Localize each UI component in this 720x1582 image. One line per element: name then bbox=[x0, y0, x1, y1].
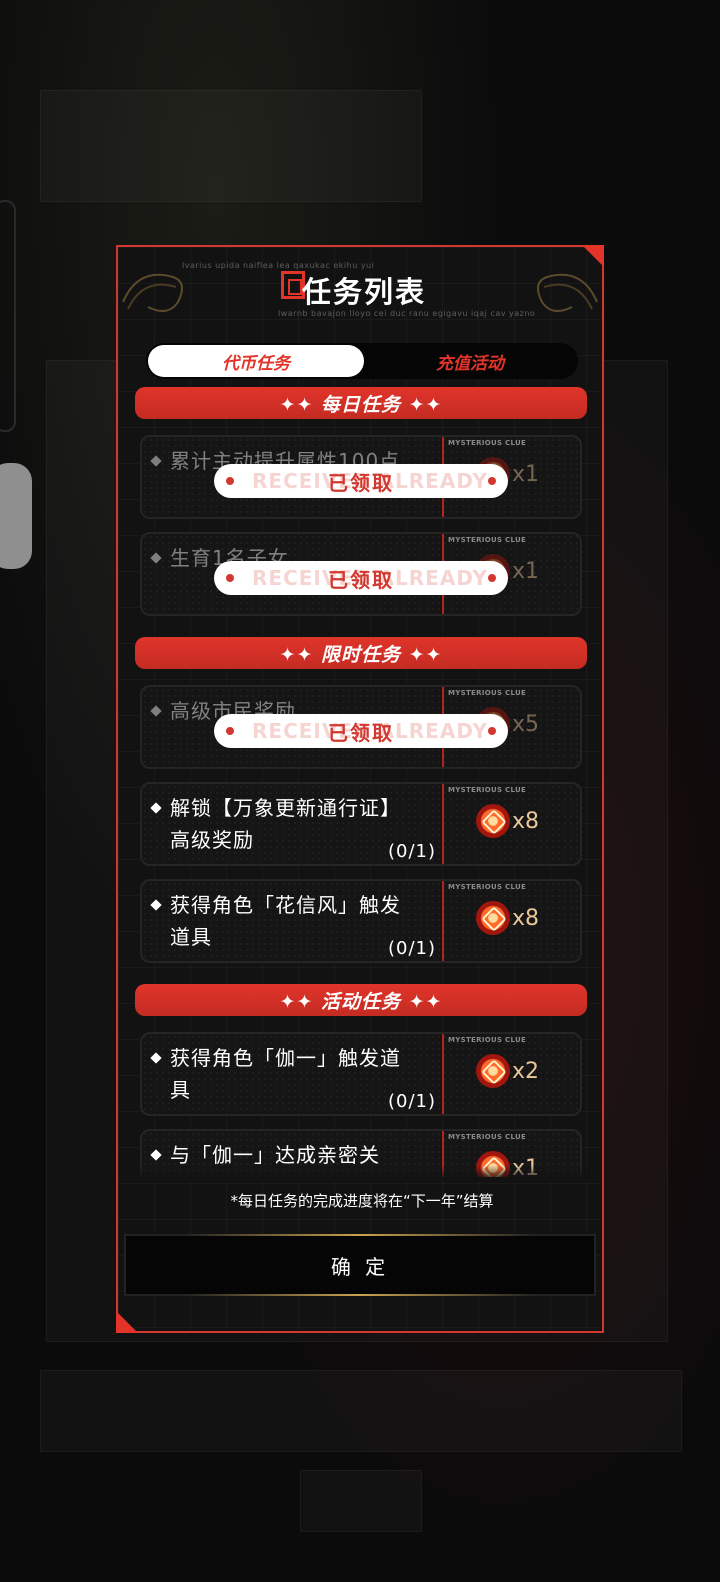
reward-qty: x1 bbox=[512, 558, 540, 584]
bullet-icon bbox=[150, 899, 162, 911]
claimed-label: 已领取 bbox=[328, 470, 394, 495]
task-row[interactable]: 解锁【万象更新通行证】高级奖励 (0/1) MYSTERIOUS CLUE x8 bbox=[140, 782, 582, 866]
decorative-caption: lwarnb bavajon lloyo cei duc ranu egigav… bbox=[278, 309, 536, 318]
task-text: 获得角色「花信风」触发道具 bbox=[170, 893, 401, 949]
reward-qty: x1 bbox=[512, 461, 540, 487]
task-progress: (0/1) bbox=[388, 841, 437, 862]
task-row[interactable]: 获得角色「伽一」触发道具 (0/1) MYSTERIOUS CLUE x2 bbox=[140, 1032, 582, 1116]
task-row[interactable]: 获得角色「花信风」触发道具 (0/1) MYSTERIOUS CLUE x8 bbox=[140, 879, 582, 963]
clue-label: MYSTERIOUS CLUE bbox=[448, 439, 527, 447]
task-text: 获得角色「伽一」触发道具 bbox=[170, 1046, 401, 1102]
claimed-label: 已领取 bbox=[328, 567, 394, 592]
tab-recharge-events[interactable]: 充值活动 bbox=[362, 343, 578, 379]
clue-coin-icon bbox=[476, 901, 510, 935]
clue-label: MYSTERIOUS CLUE bbox=[448, 1036, 527, 1044]
task-row[interactable]: 生育1名子女 MYSTERIOUS CLUE x1 RECEIVED ALREA… bbox=[140, 532, 582, 616]
task-progress: (0/1) bbox=[388, 1091, 437, 1112]
task-list-dialog: lvarius upida naiflea lea qaxukac ekihu … bbox=[116, 245, 604, 1333]
reward-qty: x5 bbox=[512, 711, 540, 737]
task-scroll-list[interactable]: ✦✦ 每日任务 ✦✦ 累计主动提升属性100点 MYSTERIOUS CLUE … bbox=[132, 387, 590, 1177]
clue-label: MYSTERIOUS CLUE bbox=[448, 689, 527, 697]
clue-label: MYSTERIOUS CLUE bbox=[448, 786, 527, 794]
reward-qty: x8 bbox=[512, 905, 540, 931]
claimed-badge: RECEIVED ALREADY 已领取 bbox=[214, 464, 508, 498]
clue-label: MYSTERIOUS CLUE bbox=[448, 883, 527, 891]
floating-assist-button[interactable] bbox=[0, 463, 32, 569]
reward: x2 bbox=[476, 1054, 539, 1088]
dialog-title: 任务列表 bbox=[302, 275, 427, 309]
bullet-icon bbox=[150, 455, 162, 467]
bullet-icon bbox=[150, 705, 162, 717]
ornament-left-icon bbox=[122, 273, 183, 312]
clue-coin-icon bbox=[476, 804, 510, 838]
reward-qty: x2 bbox=[512, 1058, 540, 1084]
task-progress: (0/1) bbox=[388, 938, 437, 959]
claimed-label: 已领取 bbox=[328, 720, 394, 745]
task-row[interactable]: 高级市民奖励 MYSTERIOUS CLUE x5 RECEIVED ALREA… bbox=[140, 685, 582, 769]
claimed-badge: RECEIVED ALREADY 已领取 bbox=[214, 714, 508, 748]
bullet-icon bbox=[150, 1149, 162, 1161]
confirm-button[interactable]: 确 定 bbox=[124, 1234, 596, 1296]
bullet-icon bbox=[150, 802, 162, 814]
claimed-badge: RECEIVED ALREADY 已领取 bbox=[214, 561, 508, 595]
tab-bar: 代币任务 充值活动 bbox=[146, 343, 578, 379]
corner-accent bbox=[116, 1311, 138, 1333]
clue-coin-icon bbox=[476, 1054, 510, 1088]
task-row[interactable]: 累计主动提升属性100点 MYSTERIOUS CLUE x1 RECEIVED… bbox=[140, 435, 582, 519]
bullet-icon bbox=[150, 552, 162, 564]
settlement-note: *每日任务的完成进度将在“下一年”结算 bbox=[230, 1192, 494, 1210]
clue-label: MYSTERIOUS CLUE bbox=[448, 536, 527, 544]
section-daily-tasks: ✦✦ 每日任务 ✦✦ bbox=[135, 387, 587, 419]
reward: x8 bbox=[476, 804, 539, 838]
tab-token-tasks[interactable]: 代币任务 bbox=[148, 345, 364, 377]
clue-label: MYSTERIOUS CLUE bbox=[448, 1133, 527, 1141]
reward: x8 bbox=[476, 901, 539, 935]
side-drawer-handle[interactable] bbox=[0, 200, 16, 432]
task-text: 解锁【万象更新通行证】高级奖励 bbox=[170, 796, 401, 852]
section-event-tasks: ✦✦ 活动任务 ✦✦ bbox=[135, 984, 587, 1016]
section-limited-tasks: ✦✦ 限时任务 ✦✦ bbox=[135, 637, 587, 669]
bullet-icon bbox=[150, 1052, 162, 1064]
reward-qty: x8 bbox=[512, 808, 540, 834]
